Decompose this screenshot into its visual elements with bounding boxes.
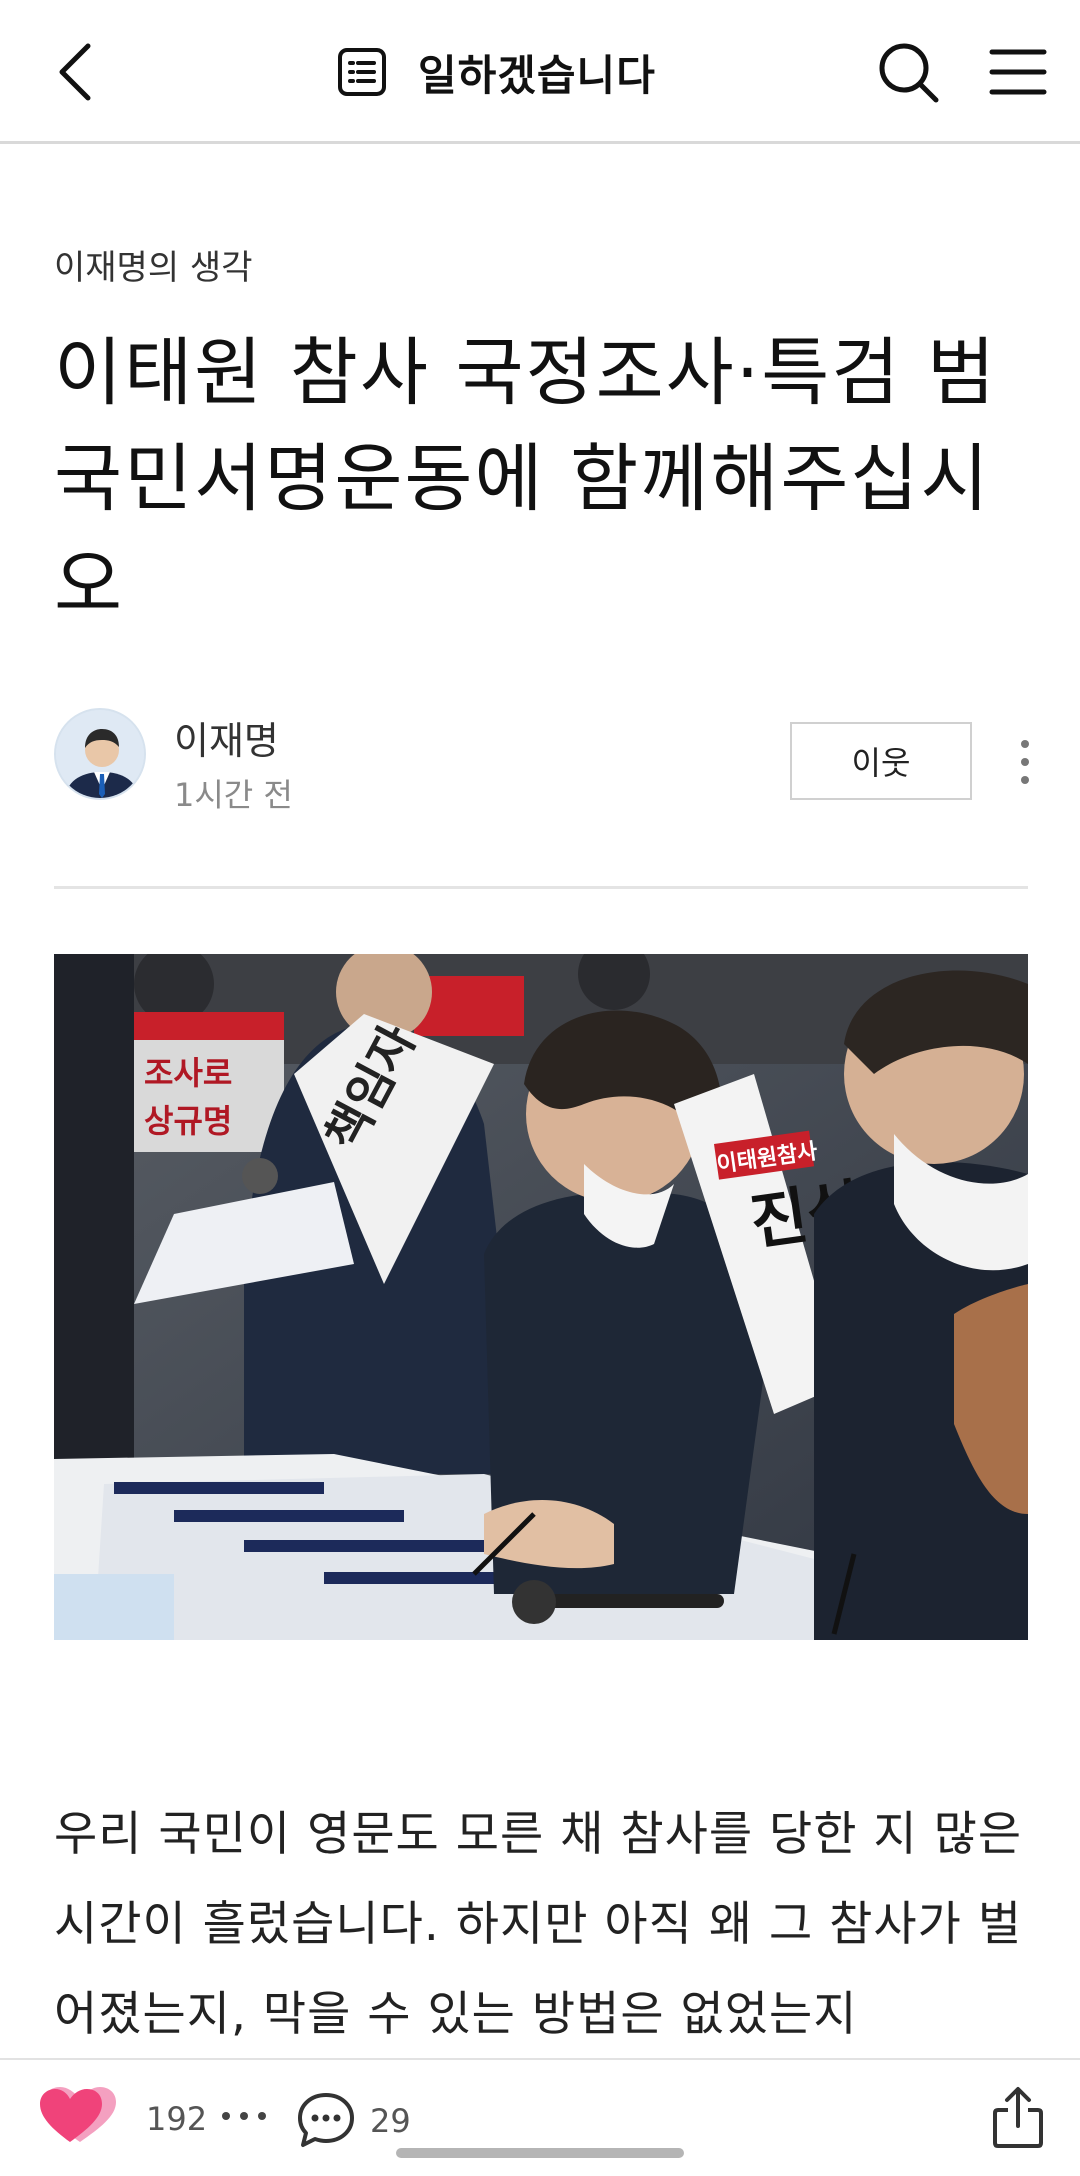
- vertical-dots-icon: [1021, 740, 1029, 784]
- chevron-left-icon: [59, 43, 91, 101]
- list-icon: [338, 48, 386, 96]
- hamburger-menu-icon: [989, 49, 1047, 95]
- heart-icon: [40, 2087, 116, 2142]
- comment-count: 29: [370, 2102, 411, 2140]
- search-icon: [879, 43, 939, 103]
- author-avatar[interactable]: [54, 708, 146, 800]
- post-title: 이태원 참사 국정조사·특검 범국민서명운동에 함께해주십시오: [54, 330, 998, 628]
- post-timestamp: 1시간 전: [174, 776, 293, 814]
- menu-button[interactable]: [982, 36, 1054, 108]
- sign-text-1: 조사로: [144, 1054, 232, 1092]
- petition-signing-photo: 조사로 상규명 책임자 이태원참사 진상: [54, 954, 1028, 1640]
- blog-title: 일하겠습니다: [418, 50, 656, 100]
- blog-title-group[interactable]: 일하겠습니다: [336, 40, 656, 104]
- speech-bubble-icon: [298, 2093, 354, 2147]
- like-count: 192: [146, 2100, 208, 2138]
- share-icon: [993, 2087, 1043, 2148]
- post-body-text: 우리 국민이 영문도 모른 채 참사를 당한 지 많은 시간이 흘렀습니다. 하…: [54, 1807, 1023, 2042]
- author-avatar-image: [56, 710, 144, 798]
- like-button[interactable]: [40, 2084, 126, 2146]
- author-name[interactable]: 이재명: [174, 710, 279, 765]
- home-indicator: [396, 2148, 684, 2158]
- sign-text-2: 상규명: [144, 1102, 232, 1140]
- comment-button[interactable]: [296, 2090, 356, 2150]
- post-photo[interactable]: 조사로 상규명 책임자 이태원참사 진상: [54, 954, 1028, 1640]
- top-navigation-bar: 일하겠습니다: [0, 0, 1080, 144]
- horizontal-dots-icon: [222, 2112, 266, 2120]
- share-button[interactable]: [990, 2086, 1046, 2150]
- post-category[interactable]: 이재명의 생각: [54, 240, 253, 289]
- section-divider: [54, 886, 1028, 889]
- add-neighbor-button[interactable]: 이웃: [790, 722, 972, 800]
- search-button[interactable]: [872, 36, 944, 108]
- back-button[interactable]: [48, 36, 120, 108]
- more-options-button[interactable]: [1010, 736, 1040, 788]
- sympathy-more-button[interactable]: [220, 2108, 268, 2122]
